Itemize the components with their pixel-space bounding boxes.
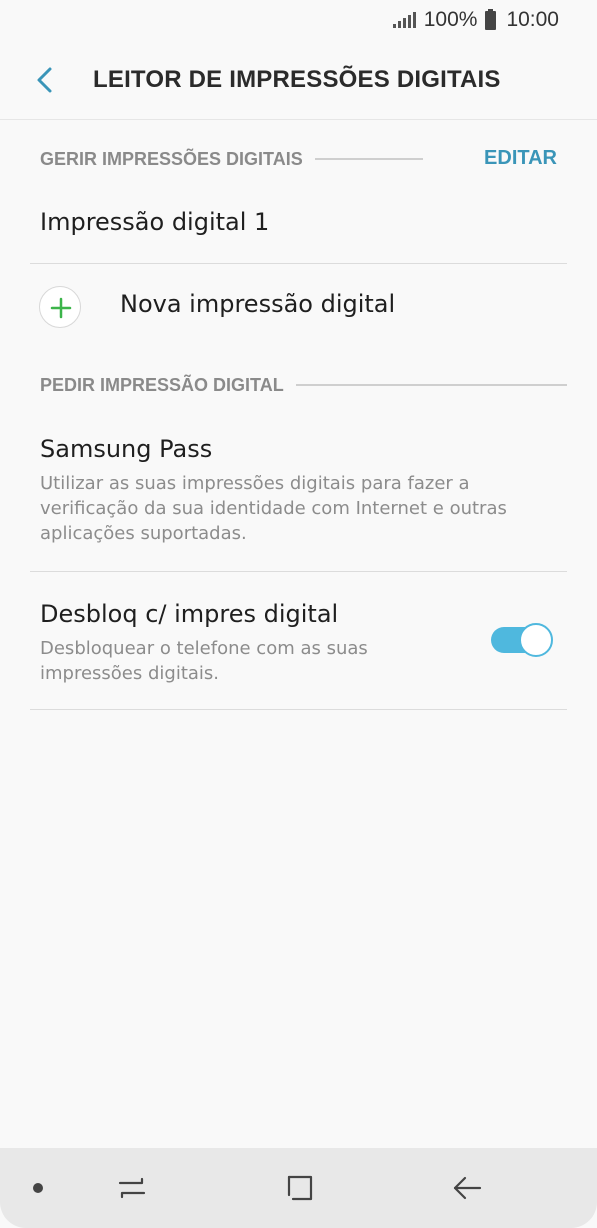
nav-back-button[interactable]: [449, 1170, 485, 1206]
plus-icon: [39, 286, 81, 328]
recent-apps-icon: [118, 1177, 146, 1199]
battery-percent: 100%: [423, 8, 478, 31]
battery-icon: [485, 8, 497, 30]
page-title: LEITOR DE IMPRESSÕES DIGITAIS: [93, 66, 501, 93]
section-header-request: PEDIR IMPRESSÃO DIGITAL: [40, 370, 567, 400]
section-header-manage: GERIR IMPRESSÕES DIGITAIS EDITAR: [40, 144, 567, 174]
samsung-pass-title: Samsung Pass: [40, 435, 213, 463]
chevron-left-icon: [37, 67, 52, 93]
recent-apps-button[interactable]: [114, 1170, 150, 1206]
nav-dot-icon[interactable]: [33, 1183, 43, 1193]
section-label-manage: GERIR IMPRESSÕES DIGITAIS: [40, 148, 303, 169]
divider: [30, 571, 567, 572]
fingerprint-item[interactable]: Impressão digital 1: [40, 208, 269, 236]
screen: 100% 10:00 LEITOR DE IMPRESSÕES DIGITAIS…: [0, 0, 597, 1228]
fingerprint-unlock-toggle[interactable]: [490, 622, 554, 658]
divider: [30, 709, 567, 710]
divider: [30, 263, 567, 264]
toggle-knob: [519, 623, 553, 657]
description-line: verificação da sua identidade com Intern…: [40, 498, 507, 519]
fingerprint-unlock-description: Desbloquear o telefone com as suas impre…: [40, 636, 368, 686]
description-line: impressões digitais.: [40, 663, 220, 684]
description-line: aplicações suportadas.: [40, 523, 247, 544]
fingerprint-unlock-title: Desbloq c/ impres digital: [40, 600, 339, 628]
navigation-bar: [0, 1148, 597, 1228]
samsung-pass-description: Utilizar as suas impressões digitais par…: [40, 471, 507, 546]
app-header: LEITOR DE IMPRESSÕES DIGITAIS: [0, 40, 597, 120]
section-divider: [314, 158, 423, 160]
back-button[interactable]: [28, 62, 64, 98]
signal-icon: [392, 12, 416, 28]
description-line: Desbloquear o telefone com as suas: [40, 638, 368, 659]
home-button[interactable]: [282, 1170, 318, 1206]
clock: 10:00: [506, 8, 559, 31]
description-line: Utilizar as suas impressões digitais par…: [40, 473, 470, 494]
add-fingerprint-label: Nova impressão digital: [120, 290, 396, 318]
home-icon: [287, 1175, 313, 1201]
edit-button[interactable]: EDITAR: [484, 147, 557, 170]
section-divider: [295, 384, 567, 386]
status-bar: 100% 10:00: [0, 0, 597, 40]
back-arrow-icon: [453, 1176, 482, 1200]
section-label-request: PEDIR IMPRESSÃO DIGITAL: [40, 374, 284, 395]
